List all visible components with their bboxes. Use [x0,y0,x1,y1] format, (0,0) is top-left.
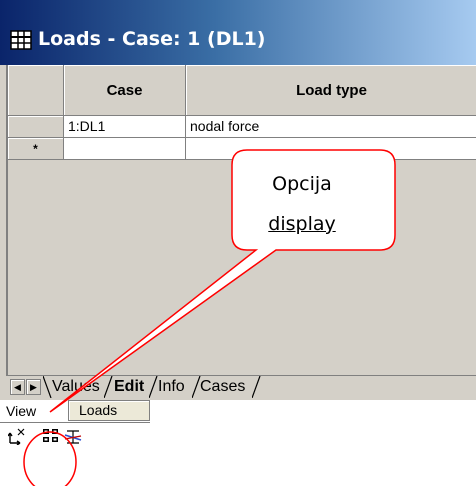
tab-divider [104,376,113,398]
view-row: View Loads [0,400,476,423]
tab-info[interactable]: Info [158,377,185,397]
table-grid-icon [10,30,32,50]
table-row: 1:DL1 nodal force [8,116,476,138]
table-header: Case Load type [8,65,476,116]
display-grid-icon[interactable] [42,427,60,445]
window-title: Loads - Case: 1 (DL1) [38,28,266,50]
title-bar[interactable]: Loads - Case: 1 (DL1) [0,0,476,65]
callout-text-line1: Opcija [272,173,332,195]
divider [0,422,150,423]
loads-table: Case Load type 1:DL1 nodal force * [6,65,476,375]
table-row-new: * [8,138,476,160]
column-header-load-type[interactable]: Load type [186,65,476,116]
loads-window: Loads - Case: 1 (DL1) Case Load type 1:D… [0,0,476,486]
tab-edit[interactable]: Edit [114,377,144,397]
view-menu[interactable]: View [6,403,36,419]
cell-case[interactable] [64,138,186,160]
scale-icon[interactable] [64,427,82,445]
toolbar [6,427,156,449]
scroll-left-icon[interactable]: ◀ [10,379,25,395]
callout-text-line2: display [268,213,336,235]
tab-strip: ◀ ▶ Values Edit Info Cases [6,375,476,399]
tab-values[interactable]: Values [52,377,100,397]
cell-load-type[interactable]: nodal force [186,116,476,138]
tab-cases[interactable]: Cases [200,377,245,397]
loads-button[interactable]: Loads [68,400,150,421]
axis-swap-icon[interactable] [8,427,26,445]
new-row-handle[interactable]: * [8,138,64,160]
tab-divider [252,376,261,398]
scroll-right-icon[interactable]: ▶ [26,379,41,395]
cell-case[interactable]: 1:DL1 [64,116,186,138]
bottom-panel: View Loads [0,400,476,486]
column-header-case[interactable]: Case [64,65,186,116]
cell-load-type[interactable] [186,138,476,160]
header-corner[interactable] [8,65,64,116]
row-handle[interactable] [8,116,64,138]
